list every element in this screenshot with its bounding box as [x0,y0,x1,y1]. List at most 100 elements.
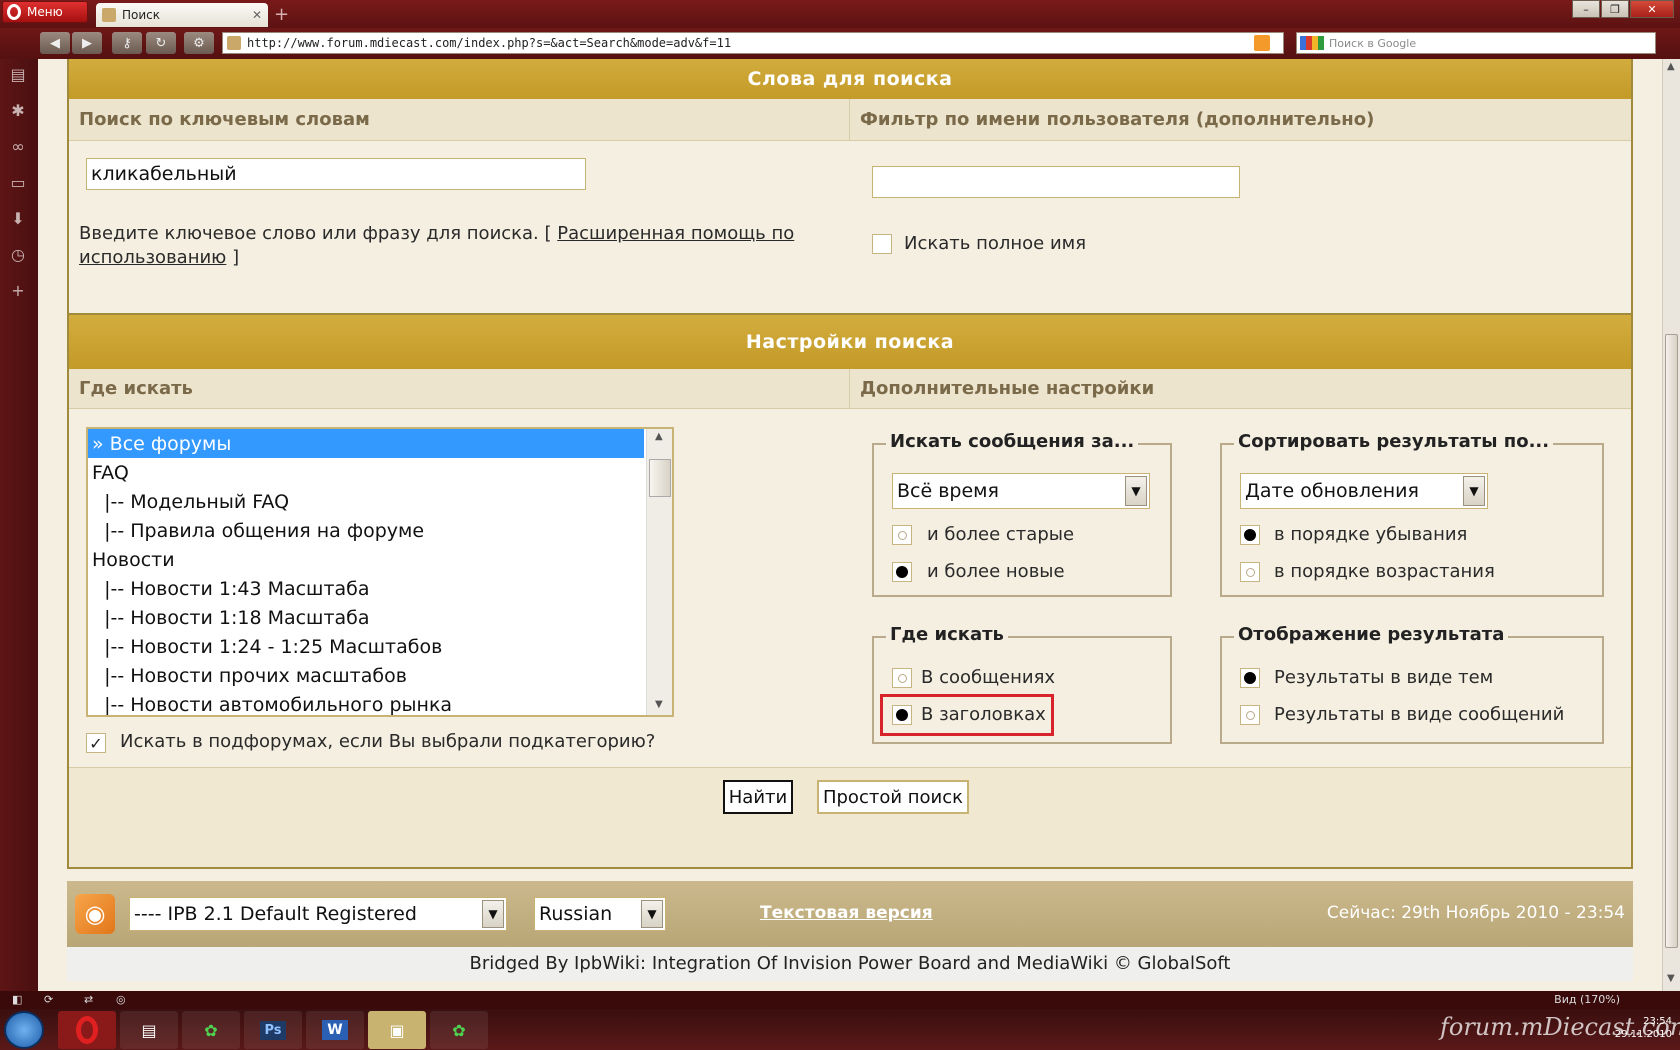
rss-icon[interactable]: ◉ [75,894,115,934]
search-placeholder: Поиск в Google [1329,36,1417,50]
turbo-icon[interactable]: ⟳ [44,993,53,1006]
credits: Bridged By IpbWiki: Integration Of Invis… [67,947,1633,981]
search-in-fieldset: Где искать В сообщениях В заголовках [872,624,1172,744]
desc-label: в порядке убывания [1274,524,1468,545]
taskbar-icq2-icon[interactable]: ✿ [430,1011,488,1049]
forum-option[interactable]: |-- Новости автомобильного рынка [88,690,644,716]
text-version-link[interactable]: Текстовая версия [760,903,933,923]
new-tab-icon[interactable]: + [274,4,289,25]
links-icon[interactable]: ∞ [8,137,28,157]
minimize-button[interactable]: – [1572,0,1600,18]
posts-from-legend: Искать сообщения за... [886,431,1139,452]
settings-icon[interactable]: ⚙ [184,32,214,54]
taskbar-icq-icon[interactable]: ✿ [182,1011,240,1049]
clock-time: 23:54 [1643,1016,1672,1027]
forum-option[interactable]: |-- Новости 1:43 Масштаба [88,574,644,603]
subforums-checkbox[interactable]: ✓ [86,733,106,753]
search-box[interactable]: Поиск в Google [1296,32,1656,54]
forum-option[interactable]: |-- Модельный FAQ [88,487,644,516]
panel-toggle-icon[interactable]: ◧ [12,993,22,1006]
scroll-down-icon[interactable]: ▼ [1667,973,1675,984]
scroll-up-icon[interactable]: ▲ [1667,61,1675,72]
zoom-level[interactable]: Вид (170%) [1554,993,1620,1006]
find-button[interactable]: Найти [723,780,793,814]
history-icon[interactable]: ◷ [8,245,28,265]
restore-button[interactable]: ❐ [1601,0,1629,18]
user-filter-header: Фильтр по имени пользователя (дополнител… [850,99,1631,141]
full-name-checkbox[interactable] [872,234,892,254]
start-button[interactable] [4,1011,44,1049]
hint-suffix: ] [232,247,240,268]
keyword-input[interactable]: кликабельный [86,158,586,190]
in-posts-radio[interactable] [892,668,912,688]
images-icon[interactable]: ◎ [116,993,126,1006]
listbox-scroll-thumb[interactable] [649,459,671,497]
forum-option[interactable]: |-- Новости 1:24 - 1:25 Масштабов [88,632,644,661]
downloads-icon[interactable]: ⬇ [8,209,28,229]
older-label: и более старые [927,524,1075,545]
search-words-box: Слова для поиска Поиск по ключевым слова… [67,59,1633,348]
newer-radio[interactable] [892,562,912,582]
tab-close-icon[interactable]: ✕ [252,8,262,22]
chevron-down-icon: ▼ [1125,476,1147,506]
widgets-icon[interactable]: ✱ [8,101,28,121]
rss-feed-icon[interactable] [1254,35,1270,51]
language-select[interactable]: Russian ▼ [534,897,666,931]
tab-search[interactable]: Поиск ✕ [96,3,268,27]
current-time: Сейчас: 29th Ноябрь 2010 - 23:54 [1326,903,1625,923]
scroll-down-icon[interactable]: ▼ [655,699,663,710]
in-posts-label: В сообщениях [921,667,1056,688]
taskbar-word-icon[interactable]: W [306,1011,364,1049]
close-window-button[interactable]: ✕ [1630,0,1674,18]
forum-option[interactable]: |-- Новости прочих масштабов [88,661,644,690]
notes-icon[interactable]: ▭ [8,173,28,193]
in-titles-label: В заголовках [921,704,1046,725]
forum-option[interactable]: |-- Правила общения на форуме [88,516,644,545]
forum-option[interactable]: Новости [88,545,644,574]
forum-option[interactable]: |-- Новости 1:18 Масштаба [88,603,644,632]
subforums-label: Искать в подфорумах, если Вы выбрали под… [120,731,656,752]
forward-button[interactable]: ▶ [72,32,102,54]
search-in-legend: Где искать [886,624,1008,645]
back-button[interactable]: ◀ [40,32,70,54]
older-radio[interactable] [892,525,912,545]
scroll-up-icon[interactable]: ▲ [655,431,663,442]
taskbar-explorer-icon[interactable]: ▤ [120,1011,178,1049]
reload-button[interactable]: ↻ [146,32,176,54]
listbox-scrollbar[interactable]: ▲ ▼ [646,429,672,715]
add-panel-icon[interactable]: + [8,281,28,301]
taskbar-media-icon[interactable]: ▣ [368,1011,426,1049]
chevron-down-icon: ▼ [641,900,663,928]
display-legend: Отображение результата [1234,624,1509,645]
key-icon[interactable]: ⚷ [112,32,142,54]
search-settings-title: Настройки поиска [69,315,1631,369]
page-scroll-thumb[interactable] [1665,334,1678,948]
navigation-toolbar: ◀ ▶ ⚷ ↻ ⚙ http://www.forum.mdiecast.com/… [0,28,1680,59]
taskbar-photoshop-icon[interactable]: Ps [244,1011,302,1049]
forum-listbox[interactable]: » Все форумы FAQ |-- Модельный FAQ |-- П… [86,427,674,717]
page-content: Слова для поиска Поиск по ключевым слова… [38,59,1662,991]
bookmarks-icon[interactable]: ▤ [8,65,28,85]
taskbar: ▤ ✿ Ps W ▣ ✿ forum.mDiecast.com 23:54 29.… [0,1009,1680,1050]
username-input[interactable] [872,166,1240,198]
as-posts-radio[interactable] [1240,705,1260,725]
forum-option-selected[interactable]: » Все форумы [88,429,644,458]
skin-select[interactable]: ---- IPB 2.1 Default Registered ▼ [129,897,507,931]
simple-search-button[interactable]: Простой поиск [817,780,969,814]
menu-button[interactable]: Меню [2,1,88,23]
posts-from-fieldset: Искать сообщения за... Всё время ▼ и боле… [872,431,1172,597]
keyword-hint: Введите ключевое слово или фразу для пои… [79,222,839,270]
asc-radio[interactable] [1240,562,1260,582]
as-topics-radio[interactable] [1240,668,1260,688]
in-titles-radio[interactable] [892,705,912,725]
asc-label: в порядке возрастания [1274,561,1495,582]
posts-from-select[interactable]: Всё время ▼ [892,473,1150,509]
clock-date: 29.11.2010 [1614,1029,1672,1040]
forum-option[interactable]: FAQ [88,458,644,487]
desc-radio[interactable] [1240,525,1260,545]
page-scrollbar[interactable]: ▲ ▼ [1662,59,1680,991]
unite-icon[interactable]: ⇄ [84,993,93,1006]
taskbar-opera-icon[interactable] [58,1011,116,1049]
address-bar[interactable]: http://www.forum.mdiecast.com/index.php?… [222,32,1284,54]
sort-select[interactable]: Дате обновления ▼ [1240,473,1488,509]
